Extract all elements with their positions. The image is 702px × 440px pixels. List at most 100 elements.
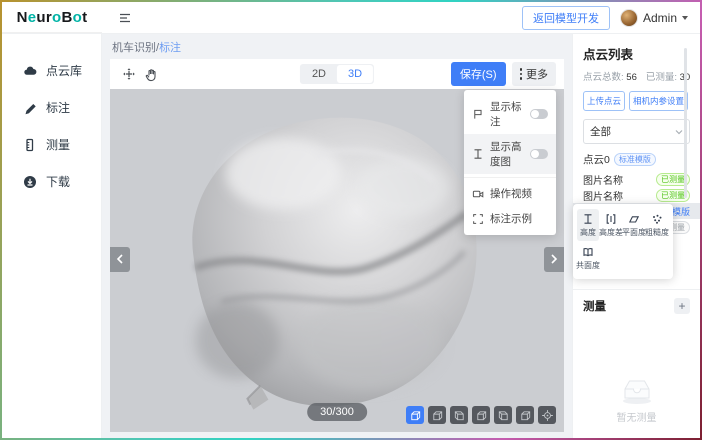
tool-roughness[interactable]: 粗糙度 bbox=[646, 209, 668, 241]
sidebar-item-pointcloud-library[interactable]: 点云库 bbox=[2, 52, 101, 89]
pan-tool-button[interactable] bbox=[118, 63, 140, 85]
add-measure-button[interactable]: + bbox=[674, 298, 690, 314]
flatness-icon bbox=[628, 213, 640, 225]
panel-buttons: 上传点云 相机内参设置 bbox=[583, 91, 690, 111]
view-cube-button-front[interactable] bbox=[428, 406, 446, 424]
avatar bbox=[620, 9, 638, 27]
measure-tools-popup: 高度 高度差 平面度 粗糙度 共面度 bbox=[573, 204, 673, 279]
hand-icon bbox=[144, 67, 159, 82]
empty-state: 暂无测量 bbox=[583, 375, 690, 424]
mode-3d-button[interactable]: 3D bbox=[337, 65, 373, 83]
sidebar-item-download[interactable]: 下载 bbox=[2, 163, 101, 200]
save-button[interactable]: 保存(S) bbox=[451, 62, 506, 86]
sidebar-item-label: 测量 bbox=[46, 136, 70, 153]
tool-height-diff[interactable]: 高度差 bbox=[600, 209, 622, 241]
view-cube-button-top[interactable] bbox=[516, 406, 534, 424]
sidebar-item-annotate[interactable]: 标注 bbox=[2, 89, 101, 126]
prev-image-button[interactable] bbox=[110, 247, 130, 272]
return-model-dev-button[interactable]: 返回模型开发 bbox=[522, 6, 610, 30]
view-mode-switch: 2D 3D bbox=[300, 64, 374, 84]
menu-item-show-heightmap[interactable]: 显示高度图 bbox=[464, 134, 556, 174]
image-row[interactable]: 图片名称 已测量 bbox=[573, 187, 700, 203]
pointcloud-name: 点云0 bbox=[583, 152, 610, 167]
menu-item-label: 标注示例 bbox=[490, 211, 548, 226]
mode-2d-button[interactable]: 2D bbox=[301, 65, 337, 83]
sidebar-item-measure[interactable]: 测量 bbox=[2, 126, 101, 163]
show-heightmap-toggle[interactable] bbox=[530, 149, 548, 159]
sidebar-item-label: 标注 bbox=[46, 99, 70, 116]
empty-text: 暂无测量 bbox=[617, 409, 657, 424]
frame-icon bbox=[472, 213, 484, 225]
chevron-down-icon bbox=[682, 16, 688, 20]
tooth-3d-model[interactable] bbox=[165, 95, 495, 413]
panel-scrollbar[interactable] bbox=[684, 48, 687, 198]
more-dots-icon bbox=[520, 68, 523, 80]
filter-value: 全部 bbox=[590, 124, 611, 139]
reset-view-button[interactable] bbox=[538, 406, 556, 424]
roughness-icon bbox=[651, 213, 663, 225]
tool-height[interactable]: 高度 bbox=[577, 209, 599, 241]
total-stat: 点云总数: 56 bbox=[583, 69, 637, 83]
cloud-icon bbox=[23, 64, 37, 78]
menu-item-annotation-example[interactable]: 标注示例 bbox=[464, 206, 556, 231]
chevron-down-icon bbox=[675, 129, 683, 135]
image-name: 图片名称 bbox=[583, 172, 623, 187]
tool-flatness[interactable]: 平面度 bbox=[623, 209, 645, 241]
view-cube-button-left[interactable] bbox=[472, 406, 490, 424]
header-right: 返回模型开发 Admin bbox=[522, 6, 700, 30]
image-row[interactable]: 图片名称 已测量 bbox=[573, 171, 700, 187]
camera-params-button[interactable]: 相机内参设置 bbox=[629, 91, 688, 111]
toolbar-actions: 保存(S) 更多 bbox=[451, 62, 556, 86]
cube-icon bbox=[519, 409, 532, 422]
chevron-left-icon bbox=[116, 254, 124, 264]
next-image-button[interactable] bbox=[544, 247, 564, 272]
viewer-card: 2D 3D 保存(S) 更多 显示标注 bbox=[110, 59, 564, 432]
menu-item-label: 显示高度图 bbox=[490, 139, 524, 169]
view-cube-button-iso[interactable] bbox=[406, 406, 424, 424]
measure-title: 测量 bbox=[583, 298, 606, 314]
measure-section-header: 测量 + bbox=[573, 289, 700, 320]
user-menu[interactable]: Admin bbox=[620, 9, 688, 27]
tool-coplanarity[interactable]: 共面度 bbox=[577, 242, 599, 274]
view-cube-button-back[interactable] bbox=[450, 406, 468, 424]
pan-icon bbox=[121, 66, 137, 82]
hand-tool-button[interactable] bbox=[140, 63, 162, 85]
more-button[interactable]: 更多 bbox=[512, 62, 557, 86]
show-annotations-toggle[interactable] bbox=[530, 109, 548, 119]
breadcrumb: 机车识别/标注 bbox=[102, 34, 572, 59]
logo[interactable]: NeuroBot bbox=[2, 2, 102, 33]
view-cube-button-right[interactable] bbox=[494, 406, 512, 424]
more-dropdown-menu: 显示标注 显示高度图 操作视频 标注示例 bbox=[464, 90, 556, 235]
menu-divider bbox=[464, 177, 556, 178]
sidebar: 点云库 标注 测量 下载 bbox=[2, 34, 102, 438]
pointcloud-item[interactable]: 点云0 标准模版 bbox=[583, 152, 690, 167]
breadcrumb-current: 标注 bbox=[159, 42, 181, 54]
more-label: 更多 bbox=[526, 66, 548, 82]
height-diff-icon bbox=[605, 213, 617, 225]
neurobot-app: NeuroBot 返回模型开发 Admin 点云库 标注 bbox=[2, 2, 700, 438]
breadcrumb-parent[interactable]: 机车识别 bbox=[112, 42, 156, 54]
upload-pointcloud-button[interactable]: 上传点云 bbox=[583, 91, 625, 111]
template-tag: 标准模版 bbox=[614, 153, 656, 166]
collapse-menu-icon[interactable] bbox=[114, 7, 136, 29]
cube-icon bbox=[453, 409, 466, 422]
filter-select[interactable]: 全部 bbox=[583, 119, 690, 144]
main-area: 机车识别/标注 2D 3D 保存(S) bbox=[102, 34, 572, 438]
cube-icon bbox=[431, 409, 444, 422]
app-body: 点云库 标注 测量 下载 机车识别/标注 bbox=[2, 34, 700, 438]
sidebar-item-label: 点云库 bbox=[46, 62, 82, 79]
panel-stats: 点云总数: 56 已测量: 30 bbox=[583, 69, 690, 83]
menu-item-show-annotations[interactable]: 显示标注 bbox=[464, 94, 556, 134]
app-frame: NeuroBot 返回模型开发 Admin 点云库 标注 bbox=[0, 0, 702, 440]
menu-item-tutorial-video[interactable]: 操作视频 bbox=[464, 181, 556, 206]
image-name: 图片名称 bbox=[583, 188, 623, 203]
username: Admin bbox=[643, 11, 677, 25]
height-icon bbox=[582, 213, 594, 225]
height-icon bbox=[472, 148, 484, 160]
pointcloud-list-panel: 点云列表 点云总数: 56 已测量: 30 上传点云 相机内参设置 全部 点云0… bbox=[572, 34, 700, 438]
pen-icon bbox=[23, 101, 37, 115]
menu-item-label: 操作视频 bbox=[490, 186, 548, 201]
panel-title: 点云列表 bbox=[583, 44, 690, 63]
logo-text: NeuroBot bbox=[17, 9, 88, 26]
view-orientation-bar bbox=[406, 406, 556, 424]
